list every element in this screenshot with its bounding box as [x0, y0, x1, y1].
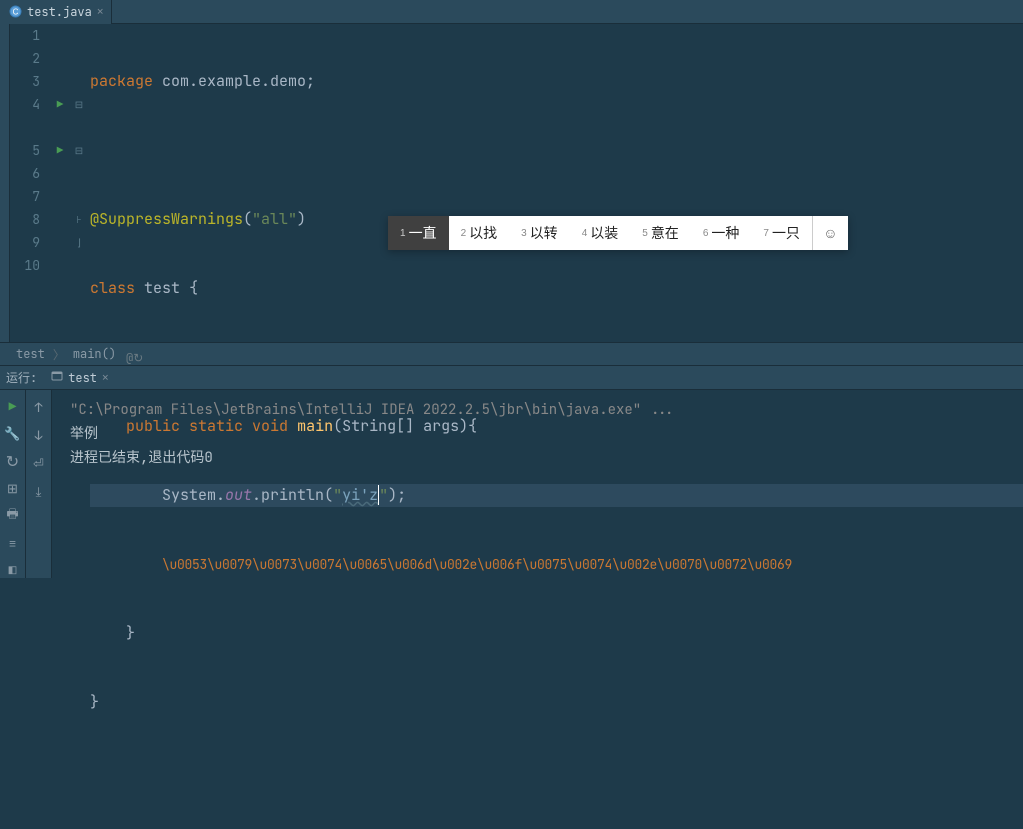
chevron-right-icon: 〉 [53, 346, 65, 363]
up-icon[interactable]: ↑ [30, 398, 48, 416]
breadcrumb-item-class[interactable]: test [16, 346, 45, 362]
wrench-icon[interactable]: 🔧 [4, 425, 22, 442]
java-file-icon: C [8, 5, 22, 19]
editor-area: 12345678910 ▶ ▶ ⊟⊟⊦⌋ package com.example… [0, 24, 1023, 342]
down-icon[interactable]: ↓ [30, 426, 48, 444]
close-icon[interactable]: ✕ [97, 5, 104, 19]
soft-wrap-icon[interactable]: ⏎ [30, 454, 48, 472]
run-main-icon[interactable]: ▶ [48, 139, 72, 162]
ime-candidate-3[interactable]: 3以转 [509, 216, 570, 250]
layout-icon[interactable]: ⊞ [4, 480, 22, 497]
fold-column: ⊟⊟⊦⌋ [72, 24, 86, 342]
gutter-run-icons: ▶ ▶ [48, 24, 72, 342]
unicode-escape-sequence: \u0053\u0079\u0073\u0074\u0065\u006d\u00… [162, 556, 792, 573]
editor-tab-bar: C test.java ✕ [0, 0, 1023, 24]
ime-candidate-4[interactable]: 4以装 [570, 216, 631, 250]
ime-emoji-icon[interactable]: ☺ [812, 216, 848, 250]
print-icon[interactable]: 🖶 [4, 507, 22, 525]
export-icon[interactable]: ◧ [4, 562, 22, 579]
line-numbers: 12345678910 [10, 24, 48, 342]
annotation-icon: @↻ [126, 350, 143, 366]
code-editor[interactable]: package com.example.demo; @SuppressWarni… [86, 24, 1023, 342]
filter-icon[interactable]: ≡ [4, 535, 22, 552]
left-gutter-strip [0, 24, 10, 342]
run-toolbar-inner: ↑ ↓ ⏎ ⤓ [26, 390, 52, 578]
scroll-icon[interactable]: ⤓ [30, 482, 48, 500]
ime-candidate-5[interactable]: 5意在 [630, 216, 691, 250]
ime-candidate-6[interactable]: 6一种 [691, 216, 752, 250]
rerun-icon[interactable]: ▶ [4, 398, 22, 415]
ime-candidate-2[interactable]: 2以找 [449, 216, 510, 250]
run-tab-icon [51, 370, 63, 386]
ime-candidate-popup: 1一直 2以找 3以转 4以装 5意在 6一种 7一只 ☺ [388, 216, 848, 250]
run-toolbar-left: ▶ 🔧 ↻ ⊞ 🖶 ≡ ◧ [0, 390, 26, 578]
ime-candidate-7[interactable]: 7一只 [751, 216, 812, 250]
ime-candidate-1[interactable]: 1一直 [388, 216, 449, 250]
tab-filename: test.java [27, 4, 92, 20]
file-tab[interactable]: C test.java ✕ [0, 0, 112, 24]
run-class-icon[interactable]: ▶ [48, 93, 72, 116]
run-header-label: 运行: [6, 369, 37, 386]
gutter: 12345678910 ▶ ▶ [10, 24, 72, 342]
stop-icon[interactable]: ↻ [4, 452, 22, 470]
svg-text:C: C [12, 8, 18, 17]
